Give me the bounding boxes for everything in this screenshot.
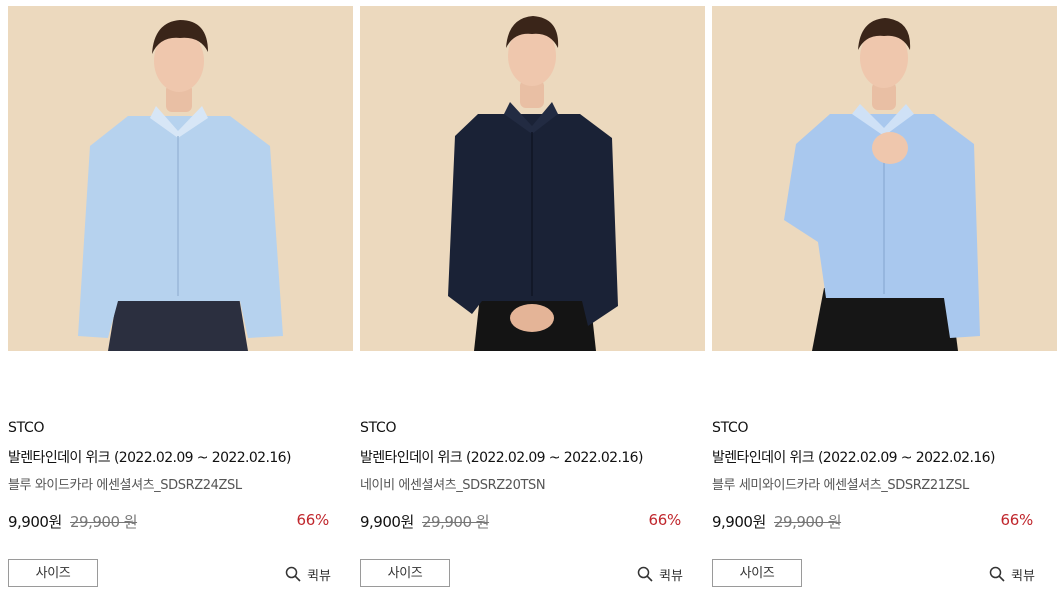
product-name[interactable]: 블루 세미와이드카라 에센셜셔츠_SDSRZ21ZSL [712, 474, 969, 493]
quickview-label: 퀵뷰 [659, 568, 683, 584]
product-brand: STCO [8, 420, 45, 436]
price-row: 9,900원 29,900 원 66% [8, 511, 353, 533]
sale-price: 9,900원 [712, 513, 766, 531]
original-price: 29,900 원 [422, 513, 490, 531]
product-card: STCO 발렌타인데이 위크 (2022.02.09 ~ 2022.02.16)… [8, 6, 353, 606]
product-photo[interactable] [360, 6, 705, 351]
model-illustration [712, 6, 1057, 351]
size-button[interactable]: 사이즈 [712, 559, 802, 587]
discount-rate: 66% [648, 511, 682, 529]
product-name[interactable]: 블루 와이드카라 에센셜셔츠_SDSRZ24ZSL [8, 474, 242, 493]
product-brand: STCO [360, 420, 397, 436]
quickview-label: 퀵뷰 [1011, 568, 1035, 584]
model-illustration [360, 6, 705, 351]
discount-rate: 66% [1000, 511, 1034, 529]
price-row: 9,900원 29,900 원 66% [360, 511, 705, 533]
product-grid: STCO 발렌타인데이 위크 (2022.02.09 ~ 2022.02.16)… [0, 0, 1060, 615]
original-price: 29,900 원 [774, 513, 842, 531]
original-price: 29,900 원 [70, 513, 138, 531]
product-brand: STCO [712, 420, 749, 436]
sale-price: 9,900원 [360, 513, 414, 531]
product-event: 발렌타인데이 위크 (2022.02.09 ~ 2022.02.16) [712, 450, 995, 466]
product-card: STCO 발렌타인데이 위크 (2022.02.09 ~ 2022.02.16)… [360, 6, 705, 606]
quickview-label: 퀵뷰 [307, 568, 331, 584]
product-photo[interactable] [712, 6, 1057, 351]
search-icon [285, 566, 301, 582]
quickview-button[interactable]: 퀵뷰 [989, 564, 1035, 584]
sale-price: 9,900원 [8, 513, 62, 531]
price-row: 9,900원 29,900 원 66% [712, 511, 1057, 533]
product-event: 발렌타인데이 위크 (2022.02.09 ~ 2022.02.16) [360, 450, 643, 466]
discount-rate: 66% [296, 511, 330, 529]
model-illustration [8, 6, 353, 351]
search-icon [637, 566, 653, 582]
product-name[interactable]: 네이비 에센셜셔츠_SDSRZ20TSN [360, 474, 546, 493]
search-icon [989, 566, 1005, 582]
product-card: STCO 발렌타인데이 위크 (2022.02.09 ~ 2022.02.16)… [712, 6, 1057, 606]
product-event: 발렌타인데이 위크 (2022.02.09 ~ 2022.02.16) [8, 450, 291, 466]
size-button[interactable]: 사이즈 [8, 559, 98, 587]
quickview-button[interactable]: 퀵뷰 [637, 564, 683, 584]
product-photo[interactable] [8, 6, 353, 351]
size-button[interactable]: 사이즈 [360, 559, 450, 587]
quickview-button[interactable]: 퀵뷰 [285, 564, 331, 584]
